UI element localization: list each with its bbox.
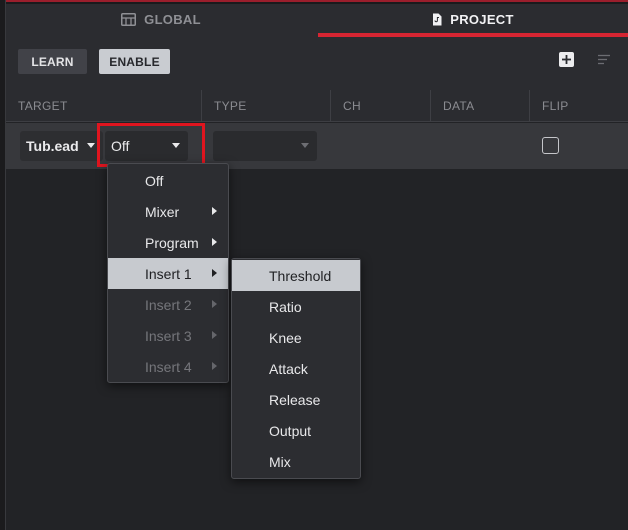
menu-item-insert-2: Insert 2 <box>108 289 228 320</box>
grid-icon <box>121 12 137 26</box>
submenu-item-ratio[interactable]: Ratio <box>232 291 360 322</box>
chevron-right-icon <box>212 362 217 370</box>
submenu-item-output[interactable]: Output <box>232 415 360 446</box>
type-dropdown[interactable] <box>213 131 317 161</box>
toolbar: LEARN ENABLE <box>6 38 628 90</box>
plus-square-icon[interactable] <box>559 52 574 67</box>
chevron-down-icon <box>301 143 309 148</box>
target-value: Tub.ead <box>26 138 79 154</box>
submenu-item-label: Threshold <box>269 267 332 284</box>
mode-dropdown[interactable]: Off <box>105 131 188 161</box>
submenu-item-label: Release <box>269 391 321 408</box>
submenu-item-mix[interactable]: Mix <box>232 446 360 477</box>
chevron-right-icon <box>212 300 217 308</box>
menu-item-insert-3: Insert 3 <box>108 320 228 351</box>
column-headers: TARGET TYPE CH DATA FLIP <box>6 90 628 122</box>
tab-bar: GLOBAL PROJECT <box>6 4 628 38</box>
submenu-item-label: Output <box>269 422 312 439</box>
menu-item-label: Insert 2 <box>145 296 192 313</box>
menu-item-label: Program <box>145 234 199 251</box>
submenu-item-label: Knee <box>269 329 302 346</box>
chevron-down-icon <box>172 143 180 148</box>
mode-value: Off <box>111 138 130 154</box>
submenu-item-label: Attack <box>269 360 308 377</box>
submenu-item-label: Ratio <box>269 298 302 315</box>
menu-item-off[interactable]: Off <box>108 165 228 196</box>
tab-project-label: PROJECT <box>450 11 514 27</box>
insert-parameter-submenu: Threshold Ratio Knee Attack Release Outp… <box>231 258 361 479</box>
target-mode-menu: Off Mixer Program Insert 1 Insert 2 Inse… <box>107 163 229 383</box>
submenu-item-threshold[interactable]: Threshold <box>232 260 360 291</box>
top-accent-line <box>0 0 628 2</box>
submenu-item-attack[interactable]: Attack <box>232 353 360 384</box>
menu-item-label: Insert 4 <box>145 358 192 375</box>
sort-lines-icon[interactable] <box>598 54 612 66</box>
tab-global-label: GLOBAL <box>144 11 201 27</box>
chevron-right-icon <box>212 331 217 339</box>
plus-glyph <box>562 55 571 64</box>
menu-item-label: Insert 3 <box>145 327 192 344</box>
learn-button[interactable]: LEARN <box>18 49 87 74</box>
flip-checkbox[interactable] <box>542 137 559 154</box>
menu-item-label: Mixer <box>145 203 180 220</box>
document-icon <box>433 13 442 25</box>
mapping-row: Tub.ead Off <box>6 123 628 169</box>
target-dropdown[interactable]: Tub.ead <box>20 131 103 161</box>
chevron-right-icon <box>212 207 217 215</box>
column-header-ch[interactable]: CH <box>331 90 431 122</box>
menu-item-label: Insert 1 <box>145 265 192 282</box>
menu-item-insert-4: Insert 4 <box>108 351 228 382</box>
menu-item-mixer[interactable]: Mixer <box>108 196 228 227</box>
menu-item-insert-1[interactable]: Insert 1 <box>108 258 228 289</box>
tab-project[interactable]: PROJECT <box>318 4 628 34</box>
column-header-flip[interactable]: FLIP <box>530 90 628 122</box>
submenu-item-release[interactable]: Release <box>232 384 360 415</box>
submenu-item-knee[interactable]: Knee <box>232 322 360 353</box>
chevron-down-icon <box>87 143 95 148</box>
column-header-target[interactable]: TARGET <box>6 90 202 122</box>
enable-button[interactable]: ENABLE <box>99 49 170 74</box>
column-header-data[interactable]: DATA <box>431 90 530 122</box>
column-header-type[interactable]: TYPE <box>202 90 331 122</box>
tab-global[interactable]: GLOBAL <box>6 4 316 34</box>
menu-item-label: Off <box>145 172 164 189</box>
chevron-right-icon <box>212 238 217 246</box>
menu-item-program[interactable]: Program <box>108 227 228 258</box>
submenu-item-label: Mix <box>269 453 291 470</box>
active-tab-indicator <box>318 33 628 37</box>
chevron-right-icon <box>212 269 217 277</box>
